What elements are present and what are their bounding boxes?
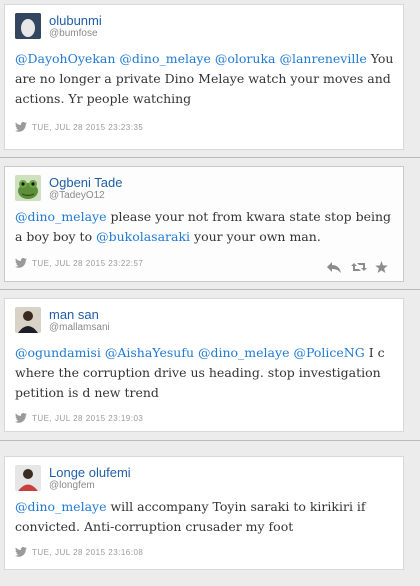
twitter-bird-icon xyxy=(15,258,27,268)
mention-link[interactable]: @AishaYesufu xyxy=(105,345,194,360)
mention-link[interactable]: @dino_melaye xyxy=(119,51,211,66)
mention-link[interactable]: @dino_melaye xyxy=(15,499,107,514)
avatar-egg-icon[interactable] xyxy=(15,13,41,39)
mention-link[interactable]: @DayohOyekan xyxy=(15,51,115,66)
tweet-meta: TUE, JUL 28 2015 23:23:35 xyxy=(15,122,143,132)
avatar-person-icon[interactable] xyxy=(15,465,41,491)
mention-link[interactable]: @bukolasaraki xyxy=(96,229,190,244)
timestamp[interactable]: TUE, JUL 28 2015 23:19:03 xyxy=(32,414,143,423)
tweet-text: @dino_melaye please your not from kwara … xyxy=(15,207,395,247)
tweet-card: olubunmi @bumfose @DayohOyekan @dino_mel… xyxy=(4,4,404,150)
mention-link[interactable]: @dino_melaye xyxy=(198,345,290,360)
tweet-card: man san @mallamsani @ogundamisi @AishaYe… xyxy=(4,298,404,432)
divider xyxy=(0,157,420,158)
timestamp[interactable]: TUE, JUL 28 2015 23:16:08 xyxy=(32,548,143,557)
tweet-text: @ogundamisi @AishaYesufu @dino_melaye @P… xyxy=(15,343,395,403)
mention-link[interactable]: @lanreneville xyxy=(279,51,366,66)
mention-link[interactable]: @ogundamisi xyxy=(15,345,101,360)
author-name[interactable]: Ogbeni Tade xyxy=(49,175,123,190)
timestamp[interactable]: TUE, JUL 28 2015 23:22:57 xyxy=(32,259,143,268)
tweet-text-segment: your your own man. xyxy=(190,229,321,244)
author-name[interactable]: Longe olufemi xyxy=(49,465,131,480)
mention-link[interactable]: @dino_melaye xyxy=(15,209,107,224)
divider xyxy=(0,440,420,441)
tweet-actions xyxy=(327,260,389,273)
author-handle[interactable]: @longfem xyxy=(49,480,95,491)
author-handle[interactable]: @bumfose xyxy=(49,28,98,39)
tweet-text: @DayohOyekan @dino_melaye @oloruka @lanr… xyxy=(15,49,395,109)
twitter-bird-icon xyxy=(15,413,27,423)
twitter-bird-icon xyxy=(15,122,27,132)
timestamp[interactable]: TUE, JUL 28 2015 23:23:35 xyxy=(32,123,143,132)
tweet-card: Longe olufemi @longfem @dino_melaye will… xyxy=(4,456,404,570)
reply-icon[interactable] xyxy=(327,260,341,273)
retweet-icon[interactable] xyxy=(351,260,367,272)
tweet-meta: TUE, JUL 28 2015 23:19:03 xyxy=(15,413,143,423)
author-name[interactable]: man san xyxy=(49,307,99,322)
mention-link[interactable]: @oloruka xyxy=(215,51,276,66)
author-handle[interactable]: @TadeyO12 xyxy=(49,190,105,201)
author-name[interactable]: olubunmi xyxy=(49,13,102,28)
mention-link[interactable]: @PoliceNG xyxy=(293,345,364,360)
tweet-meta: TUE, JUL 28 2015 23:22:57 xyxy=(15,258,143,268)
divider xyxy=(0,289,420,290)
tweet-text: @dino_melaye will accompany Toyin saraki… xyxy=(15,497,395,537)
avatar-frog-icon[interactable] xyxy=(15,175,41,201)
favorite-icon[interactable] xyxy=(375,260,389,273)
tweet-meta: TUE, JUL 28 2015 23:16:08 xyxy=(15,547,143,557)
author-handle[interactable]: @mallamsani xyxy=(49,322,110,333)
twitter-bird-icon xyxy=(15,547,27,557)
avatar-photo-icon[interactable] xyxy=(15,307,41,333)
tweet-card: Ogbeni Tade @TadeyO12 @dino_melaye pleas… xyxy=(4,166,404,282)
